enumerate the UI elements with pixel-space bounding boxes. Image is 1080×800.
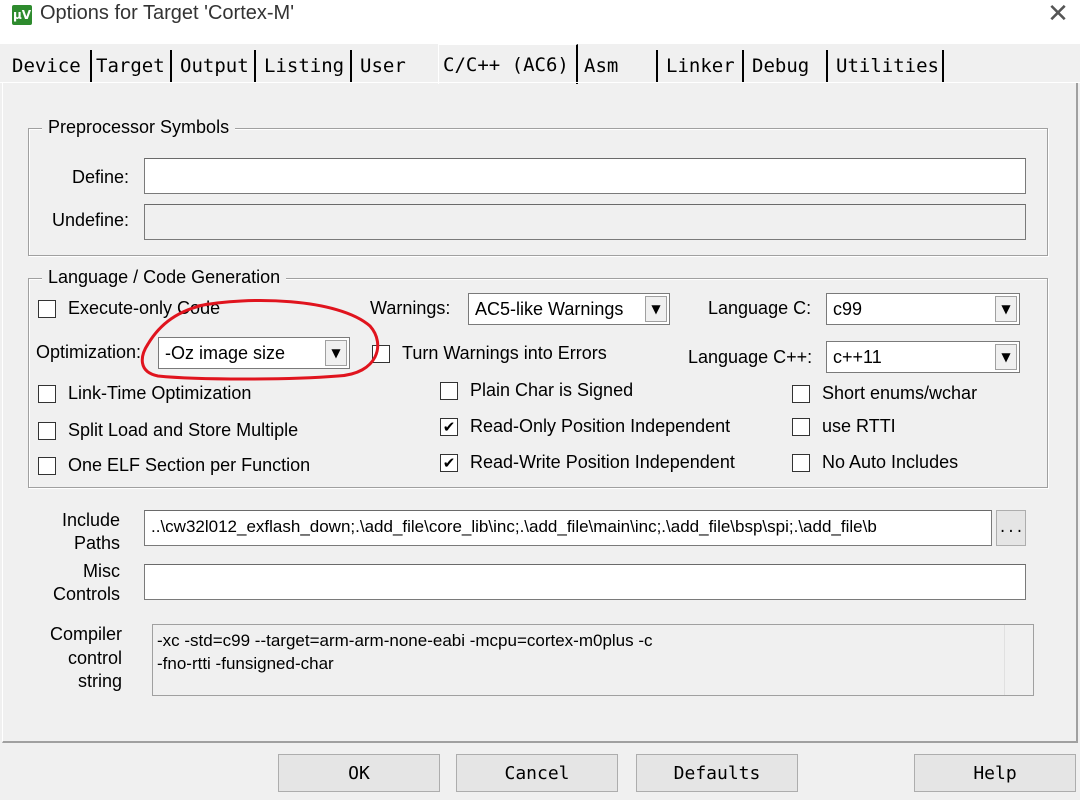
chevron-down-icon[interactable]: ▼ [325, 340, 347, 366]
misc-controls-label-1: Misc [83, 561, 120, 581]
include-paths-input[interactable]: ..\cw32l012_exflash_down;.\add_file\core… [144, 510, 992, 546]
keil-app-icon: μV [12, 5, 32, 25]
plain-char-signed-label: Plain Char is Signed [470, 380, 634, 400]
rwpi-box[interactable]: ✔ [440, 453, 458, 472]
plain-char-signed-checkbox[interactable]: Plain Char is Signed [440, 380, 633, 401]
one-elf-section-checkbox[interactable]: One ELF Section per Function [38, 455, 310, 476]
warnings-value: AC5-like Warnings [475, 298, 624, 319]
link-time-optimization-box[interactable] [38, 384, 56, 403]
execute-only-code-checkbox[interactable]: Execute-only Code [38, 298, 220, 319]
undefine-input[interactable] [144, 204, 1026, 240]
include-paths-label-1: Include [61, 510, 120, 530]
cancel-button[interactable]: Cancel [456, 754, 618, 792]
ropi-checkbox[interactable]: ✔ Read-Only Position Independent [440, 416, 730, 437]
tab-user[interactable]: User [356, 50, 436, 82]
execute-only-code-label: Execute-only Code [68, 298, 221, 318]
tab-asm[interactable]: Asm [580, 50, 658, 82]
language-cpp-label: Language C++: [688, 347, 813, 367]
rwpi-checkbox[interactable]: ✔ Read-Write Position Independent [440, 452, 735, 473]
no-auto-includes-checkbox[interactable]: No Auto Includes [792, 452, 958, 473]
one-elf-section-label: One ELF Section per Function [68, 455, 311, 475]
language-cpp-select[interactable]: c++11 ▼ [826, 341, 1020, 373]
no-auto-includes-label: No Auto Includes [822, 452, 959, 472]
optimization-value: -Oz image size [165, 342, 286, 363]
no-auto-includes-box[interactable] [792, 453, 810, 472]
tab-utilities[interactable]: Utilities [832, 50, 944, 82]
language-c-value: c99 [833, 298, 863, 319]
short-enums-checkbox[interactable]: Short enums/wchar [792, 383, 977, 404]
tab-target[interactable]: Target [92, 50, 172, 82]
compiler-control-label-3: string [77, 671, 122, 691]
compiler-control-string[interactable]: -xc -std=c99 --target=arm-arm-none-eabi … [152, 624, 1034, 696]
tab-device[interactable]: Device [8, 50, 92, 82]
misc-controls-label-2: Controls [52, 584, 120, 604]
include-paths-label-2: Paths [73, 533, 120, 553]
use-rtti-checkbox[interactable]: use RTTI [792, 416, 896, 437]
ok-button[interactable]: OK [278, 754, 440, 792]
plain-char-signed-box[interactable] [440, 381, 458, 400]
close-icon[interactable]: ✕ [1040, 0, 1076, 29]
link-time-optimization-checkbox[interactable]: Link-Time Optimization [38, 383, 251, 404]
compiler-control-label-1: Compiler [49, 624, 122, 644]
tab-cpp-ac6[interactable]: C/C++ (AC6) [438, 44, 578, 84]
language-c-select[interactable]: c99 ▼ [826, 293, 1020, 325]
split-load-store-checkbox[interactable]: Split Load and Store Multiple [38, 420, 298, 441]
split-load-store-label: Split Load and Store Multiple [68, 420, 299, 440]
execute-only-code-box[interactable] [38, 299, 56, 318]
define-input[interactable] [144, 158, 1026, 194]
chevron-down-icon[interactable]: ▼ [995, 296, 1017, 322]
language-c-label: Language C: [708, 298, 812, 318]
turn-warnings-into-errors-checkbox[interactable]: Turn Warnings into Errors [372, 343, 607, 364]
compiler-control-scrollbar[interactable] [1004, 625, 1033, 695]
language-group-title: Language / Code Generation [42, 267, 287, 288]
link-time-optimization-label: Link-Time Optimization [68, 383, 252, 403]
turn-warnings-into-errors-box[interactable] [372, 344, 390, 363]
rwpi-label: Read-Write Position Independent [470, 452, 735, 472]
tab-output[interactable]: Output [176, 50, 256, 82]
ropi-box[interactable]: ✔ [440, 417, 458, 436]
chevron-down-icon[interactable]: ▼ [645, 296, 667, 322]
optimization-label: Optimization: [36, 342, 142, 362]
short-enums-label: Short enums/wchar [822, 383, 978, 403]
misc-controls-input[interactable] [144, 564, 1026, 600]
ropi-label: Read-Only Position Independent [470, 416, 731, 436]
undefine-label: Undefine: [52, 210, 130, 230]
defaults-button[interactable]: Defaults [636, 754, 798, 792]
warnings-label: Warnings: [370, 298, 451, 318]
tab-debug[interactable]: Debug [748, 50, 828, 82]
use-rtti-box[interactable] [792, 417, 810, 436]
tab-linker[interactable]: Linker [662, 50, 744, 82]
chevron-down-icon[interactable]: ▼ [995, 344, 1017, 370]
compiler-control-label-2: control [67, 648, 122, 668]
optimization-select[interactable]: -Oz image size ▼ [158, 337, 350, 369]
window-title: Options for Target 'Cortex-M' [40, 2, 295, 24]
split-load-store-box[interactable] [38, 421, 56, 440]
include-paths-browse-button[interactable]: ... [996, 510, 1026, 546]
use-rtti-label: use RTTI [822, 416, 896, 436]
warnings-select[interactable]: AC5-like Warnings ▼ [468, 293, 670, 325]
preprocessor-group-title: Preprocessor Symbols [42, 117, 236, 138]
tab-listing[interactable]: Listing [260, 50, 352, 82]
one-elf-section-box[interactable] [38, 456, 56, 475]
define-label: Define: [72, 167, 130, 187]
help-button[interactable]: Help [914, 754, 1076, 792]
language-cpp-value: c++11 [833, 346, 882, 367]
short-enums-box[interactable] [792, 384, 810, 403]
turn-warnings-into-errors-label: Turn Warnings into Errors [402, 343, 607, 363]
